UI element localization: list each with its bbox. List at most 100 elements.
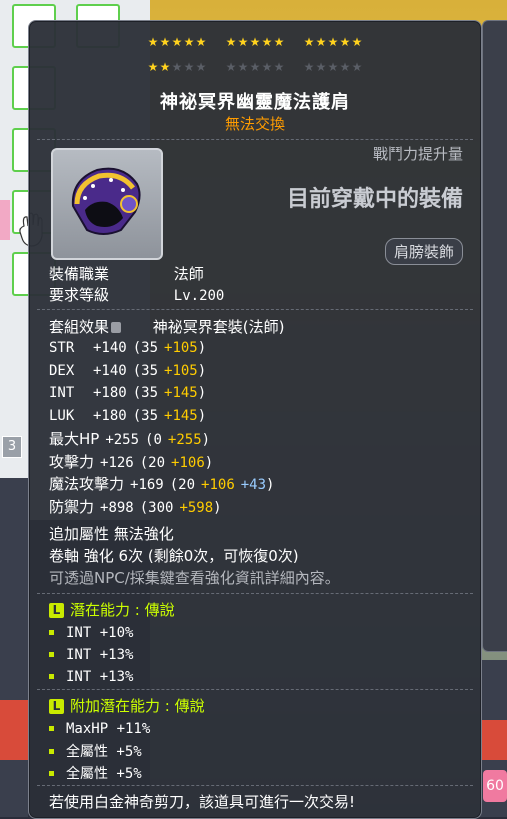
- star-empty-icon: ★: [303, 60, 315, 74]
- potential-value: INT +10%: [66, 625, 134, 641]
- footer-note: 若使用白金神奇剪刀，該道具可進行一次交易!: [49, 793, 356, 811]
- req-job-value: 法師: [173, 265, 204, 283]
- stat-star-bonus: +43: [240, 477, 267, 493]
- potential-line: INT +13%: [49, 645, 133, 663]
- star-filled-icon: ★: [261, 35, 273, 49]
- req-level-row: 要求等級 Lv.200: [49, 284, 224, 305]
- potential-line: INT +13%: [49, 667, 133, 685]
- star-force-row: ★★★★★ ★★★★★ ★★★★★: [29, 61, 481, 73]
- stat-close: ): [213, 499, 222, 516]
- bonus-potential-title: 附加潛在能力 : 傳說: [70, 697, 205, 715]
- star-filled-icon: ★: [225, 35, 237, 49]
- req-job-label: 裝備職業: [49, 265, 110, 283]
- potential-line: 全屬性 +5%: [49, 763, 142, 783]
- star-empty-icon: ★: [327, 60, 339, 74]
- stat-close: ): [197, 407, 207, 424]
- stat-bonus: +106: [201, 477, 235, 493]
- scene-decoration: [0, 200, 10, 240]
- stat-total: +169: [130, 477, 164, 493]
- stat-bonus: +105: [164, 362, 198, 379]
- bullet-icon: [49, 726, 54, 731]
- potential-value: INT +13%: [66, 647, 134, 663]
- potential-value: MaxHP +11%: [66, 721, 151, 737]
- stat-close: ): [197, 340, 207, 356]
- scene-decoration: [0, 700, 28, 760]
- potential-title: 潛在能力 : 傳說: [70, 601, 175, 619]
- stat-close: ): [201, 432, 211, 448]
- star-filled-icon: ★: [159, 60, 171, 74]
- stat-name: 防禦力: [49, 497, 95, 516]
- stat-base: (35: [132, 407, 159, 424]
- star-filled-icon: ★: [159, 35, 171, 49]
- divider: [37, 785, 473, 786]
- stat-bonus: +105: [164, 340, 198, 356]
- star-empty-icon: ★: [249, 60, 261, 74]
- star-filled-icon: ★: [195, 35, 207, 49]
- item-title: 神祕冥界幽靈魔法護肩: [160, 92, 350, 113]
- potential-line: 全屬性 +5%: [49, 741, 142, 761]
- stat-row: 攻擊力 +126 (20 +106): [49, 451, 213, 472]
- untradeable-label: 無法交換: [224, 115, 285, 133]
- stat-total: +180: [93, 407, 127, 424]
- stat-total: +255: [105, 432, 140, 448]
- stat-row: 魔法攻擊力 +169 (20 +106 +43): [49, 473, 274, 494]
- star-filled-icon: ★: [315, 35, 327, 49]
- stat-total: +898: [100, 499, 134, 516]
- stat-row: INT +180 (35 +145): [49, 383, 206, 401]
- stat-total: +140: [93, 340, 127, 356]
- star-group: ★★★★★: [303, 61, 363, 73]
- star-group: ★★★★★: [147, 36, 207, 48]
- combat-power-label: 戰鬥力提升量: [372, 145, 463, 163]
- stat-base: (0: [145, 432, 162, 448]
- divider: [37, 593, 473, 594]
- stat-bonus: +145: [164, 385, 198, 401]
- stat-name: DEX: [49, 362, 75, 379]
- stat-close: ): [197, 362, 207, 379]
- star-group: ★★★★★: [225, 36, 285, 48]
- extra-attr-line: 追加屬性 無法強化: [49, 525, 174, 543]
- set-effect-row: 套組效果 神祕冥界套裝(法師): [49, 316, 285, 337]
- stat-row: STR +140 (35 +105): [49, 338, 206, 356]
- star-empty-icon: ★: [273, 60, 285, 74]
- legendary-badge: L: [49, 699, 64, 714]
- divider: [37, 689, 473, 690]
- stat-close: ): [266, 477, 275, 493]
- bullet-icon: [49, 674, 54, 679]
- stat-total: +140: [93, 362, 127, 379]
- star-filled-icon: ★: [147, 60, 159, 74]
- star-force-row: ★★★★★ ★★★★★ ★★★★★: [29, 36, 481, 48]
- bullet-icon: [49, 749, 54, 754]
- bullet-icon: [49, 652, 54, 657]
- stat-name: STR: [49, 340, 75, 356]
- bonus-potential-header: L 附加潛在能力 : 傳說: [49, 695, 205, 716]
- stat-name: LUK: [49, 407, 75, 424]
- star-empty-icon: ★: [261, 60, 273, 74]
- stat-bonus: +255: [167, 432, 202, 448]
- stat-bonus: +106: [171, 454, 205, 471]
- level-badge: 60: [483, 770, 507, 802]
- star-empty-icon: ★: [339, 60, 351, 74]
- star-filled-icon: ★: [171, 35, 183, 49]
- star-empty-icon: ★: [183, 60, 195, 74]
- scroll-upgrade-line: 卷軸 強化 6次 (剩餘0次，可恢復0次): [49, 547, 299, 565]
- potential-line: INT +10%: [49, 623, 133, 641]
- potential-line: MaxHP +11%: [49, 719, 150, 737]
- star-filled-icon: ★: [273, 35, 285, 49]
- req-level-value: Lv.200: [173, 288, 225, 304]
- stat-base: (35: [132, 340, 159, 356]
- potential-header: L 潛在能力 : 傳說: [49, 599, 175, 620]
- stat-close: ): [204, 454, 214, 471]
- star-filled-icon: ★: [237, 35, 249, 49]
- scene-decoration: [482, 720, 507, 760]
- star-filled-icon: ★: [303, 35, 315, 49]
- star-group: ★★★★★: [147, 61, 207, 73]
- stat-name: 魔法攻擊力: [49, 475, 125, 493]
- stat-name: 攻擊力: [49, 452, 95, 471]
- divider: [37, 309, 473, 310]
- star-empty-icon: ★: [195, 60, 207, 74]
- set-effect-label: 套組效果: [49, 318, 110, 336]
- star-empty-icon: ★: [171, 60, 183, 74]
- legendary-badge: L: [49, 603, 64, 618]
- stat-row: LUK +180 (35 +145): [49, 406, 206, 424]
- stat-close: ): [197, 385, 207, 401]
